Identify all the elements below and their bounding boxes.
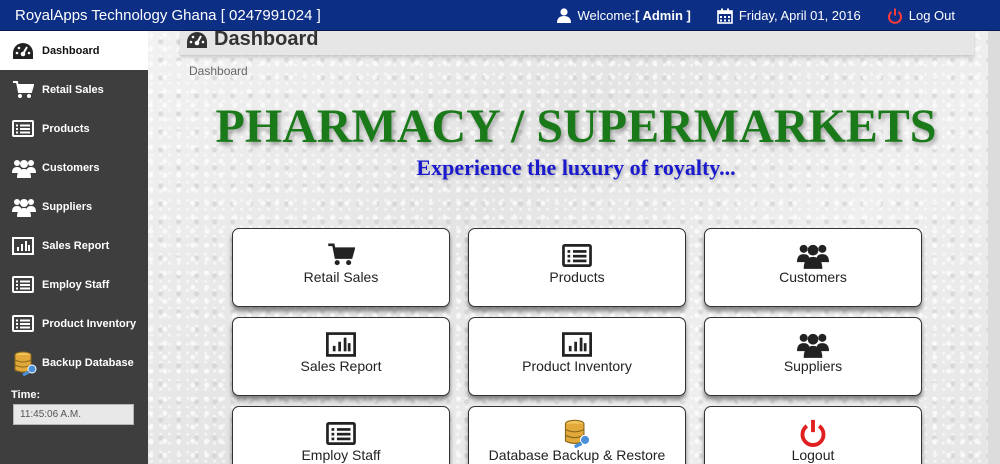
tile-database-backup-restore[interactable]: Database Backup & Restore bbox=[468, 406, 686, 464]
top-bar-right: Welcome:[ Admin ] Friday, April 01, 2016… bbox=[557, 0, 1000, 31]
list-icon bbox=[469, 240, 685, 270]
sidebar-item-retail-sales[interactable]: Retail Sales bbox=[0, 70, 148, 109]
sidebar: Dashboard Retail Sales Products Customer… bbox=[0, 31, 148, 464]
sidebar-item-label: Backup Database bbox=[42, 356, 134, 369]
tile-retail-sales[interactable]: Retail Sales bbox=[232, 228, 450, 307]
tile-suppliers[interactable]: Suppliers bbox=[704, 317, 922, 396]
main-content: Dashboard Dashboard PHARMACY / SUPERMARK… bbox=[148, 28, 988, 464]
tile-sales-report[interactable]: Sales Report bbox=[232, 317, 450, 396]
hero-title: PHARMACY / SUPERMARKETS bbox=[215, 100, 937, 153]
users-icon bbox=[705, 329, 921, 359]
tile-employ-staff[interactable]: Employ Staff bbox=[232, 406, 450, 464]
sidebar-item-label: Dashboard bbox=[42, 44, 100, 57]
cart-icon bbox=[12, 79, 38, 101]
tile-label: Customers bbox=[779, 269, 847, 285]
app-title: RoyalApps Technology Ghana [ 0247991024 … bbox=[15, 7, 321, 24]
scrollbar-track[interactable] bbox=[988, 31, 1000, 464]
time-label: Time: bbox=[11, 389, 41, 401]
sidebar-item-label: Customers bbox=[42, 161, 100, 174]
tile-customers[interactable]: Customers bbox=[704, 228, 922, 307]
dashboard-icon bbox=[187, 31, 207, 48]
sidebar-item-label: Products bbox=[42, 122, 90, 135]
calendar-icon bbox=[717, 8, 733, 24]
welcome-user[interactable]: Welcome:[ Admin ] bbox=[557, 8, 691, 23]
sidebar-item-customers[interactable]: Customers bbox=[0, 148, 148, 187]
users-icon bbox=[12, 157, 38, 179]
logout-link[interactable]: Log Out bbox=[887, 8, 955, 24]
top-bar: RoyalApps Technology Ghana [ 0247991024 … bbox=[0, 0, 1000, 31]
page-title: Dashboard bbox=[186, 28, 318, 51]
list-icon bbox=[12, 118, 38, 140]
sidebar-item-label: Suppliers bbox=[42, 200, 93, 213]
user-icon bbox=[557, 8, 572, 23]
sidebar-item-label: Sales Report bbox=[42, 239, 110, 252]
welcome-label: Welcome: bbox=[577, 8, 635, 23]
tile-label: Employ Staff bbox=[301, 447, 381, 463]
sidebar-item-product-inventory[interactable]: Product Inventory bbox=[0, 304, 148, 343]
tile-label: Suppliers bbox=[783, 358, 843, 374]
bar-chart-icon bbox=[12, 235, 38, 257]
tile-products[interactable]: Products bbox=[468, 228, 686, 307]
power-icon bbox=[887, 8, 902, 24]
bar-chart-icon bbox=[233, 329, 449, 359]
dashboard-icon bbox=[12, 40, 38, 62]
sidebar-item-label: Product Inventory bbox=[42, 317, 137, 330]
tile-label: Product Inventory bbox=[522, 358, 632, 374]
hero-subtitle: Experience the luxury of royalty... bbox=[416, 155, 736, 180]
sidebar-item-suppliers[interactable]: Suppliers bbox=[0, 187, 148, 226]
users-icon bbox=[12, 196, 38, 218]
bar-chart-icon bbox=[469, 329, 685, 359]
list-icon bbox=[233, 418, 449, 448]
database-icon bbox=[469, 418, 685, 448]
sidebar-item-backup-database[interactable]: Backup Database bbox=[0, 343, 148, 382]
current-date: Friday, April 01, 2016 bbox=[717, 8, 861, 24]
logout-label: Log Out bbox=[908, 8, 955, 23]
tile-label: Retail Sales bbox=[303, 269, 379, 285]
sidebar-item-dashboard[interactable]: Dashboard bbox=[0, 31, 148, 70]
sidebar-item-label: Retail Sales bbox=[42, 83, 104, 96]
date-text: Friday, April 01, 2016 bbox=[738, 8, 861, 23]
sidebar-item-products[interactable]: Products bbox=[0, 109, 148, 148]
time-field: 11:45:06 A.M. bbox=[13, 404, 134, 425]
tile-label: Products bbox=[549, 269, 605, 285]
database-icon bbox=[12, 351, 38, 376]
welcome-username: [ Admin ] bbox=[635, 8, 691, 23]
sidebar-item-employ-staff[interactable]: Employ Staff bbox=[0, 265, 148, 304]
list-icon bbox=[12, 313, 38, 335]
list-icon bbox=[12, 274, 38, 296]
breadcrumb[interactable]: Dashboard bbox=[189, 64, 248, 78]
tile-label: Database Backup & Restore bbox=[488, 447, 666, 463]
tile-label: Sales Report bbox=[300, 358, 382, 374]
power-icon bbox=[705, 418, 921, 448]
tile-label: Logout bbox=[791, 447, 835, 463]
cart-icon bbox=[233, 240, 449, 270]
sidebar-item-label: Employ Staff bbox=[42, 278, 110, 291]
users-icon bbox=[705, 240, 921, 270]
sidebar-item-sales-report[interactable]: Sales Report bbox=[0, 226, 148, 265]
tile-product-inventory[interactable]: Product Inventory bbox=[468, 317, 686, 396]
page-title-text: Dashboard bbox=[214, 28, 319, 50]
tile-logout[interactable]: Logout bbox=[704, 406, 922, 464]
